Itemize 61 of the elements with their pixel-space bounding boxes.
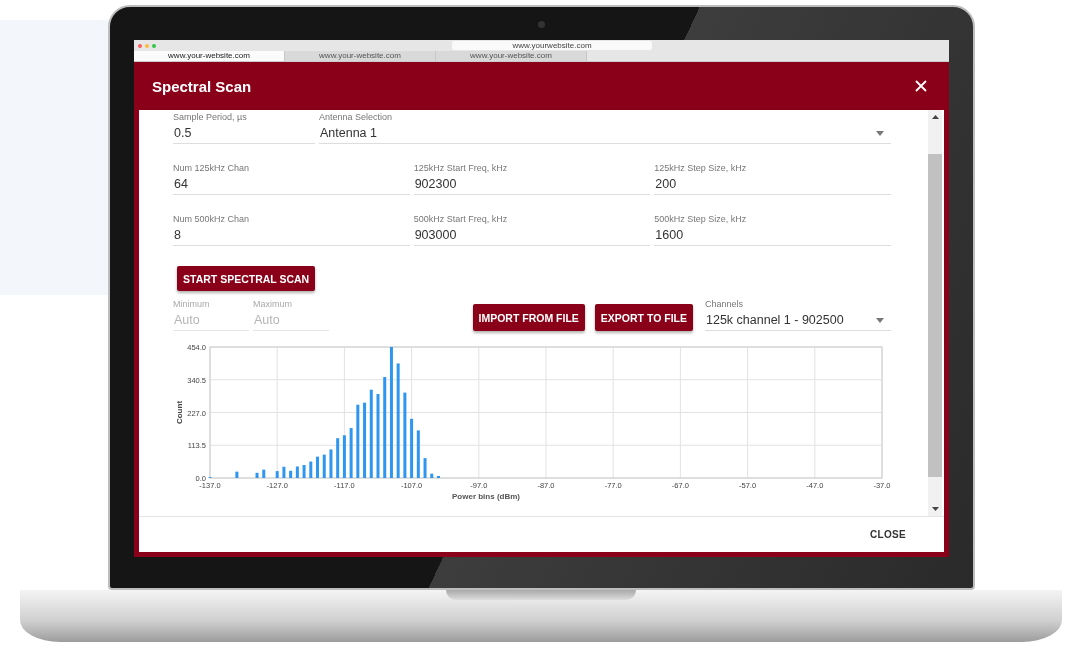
scroll-thumb[interactable]: [928, 154, 942, 477]
histogram-bar: [289, 470, 293, 478]
field-label: Num 500kHz Chan: [173, 214, 251, 225]
start-scan-button[interactable]: START SPECTRAL SCAN: [177, 266, 316, 291]
address-bar[interactable]: www.yourwebsite.com: [452, 40, 652, 50]
minimize-dot-icon[interactable]: [145, 43, 149, 48]
camera-icon: [538, 21, 545, 28]
field-label: 500kHz Start Freq, kHz: [413, 214, 509, 225]
histogram-bar: [302, 465, 306, 478]
zoom-dot-icon[interactable]: [152, 43, 156, 48]
histogram-bar: [336, 438, 340, 478]
field-label: Channels: [705, 299, 745, 310]
browser-tab[interactable]: www.your-website.com: [436, 51, 587, 61]
browser-tab[interactable]: www.your-website.com: [285, 51, 436, 61]
field-label: Minimum: [173, 299, 211, 310]
y-axis-title: Count: [175, 400, 184, 425]
close-dot-icon[interactable]: [138, 43, 142, 48]
import-button[interactable]: IMPORT FROM FILE: [472, 304, 585, 331]
histogram-bar: [295, 466, 299, 478]
histogram-bar: [322, 454, 326, 478]
histogram-bar: [262, 469, 266, 478]
histogram-bar: [342, 435, 346, 478]
histogram-bar: [309, 461, 313, 478]
histogram-bar: [423, 458, 427, 478]
caret-icon: [876, 317, 884, 323]
histogram-bar: [349, 428, 353, 478]
input-field[interactable]: 903000: [413, 225, 651, 246]
input-field[interactable]: 0.5: [173, 123, 315, 144]
histogram-bar: [255, 472, 259, 478]
caret-icon: [876, 130, 884, 136]
histogram-bar: [410, 418, 414, 478]
select-field[interactable]: Antenna 1: [319, 123, 891, 144]
input-field[interactable]: 64: [173, 174, 410, 195]
field-label: 500kHz Step Size, kHz: [654, 214, 748, 225]
scroll-down-icon[interactable]: [931, 507, 939, 511]
input-field[interactable]: 200: [654, 174, 891, 195]
close-icon[interactable]: [915, 80, 927, 92]
browser-tab[interactable]: www.your-website.com: [134, 51, 285, 61]
input-field[interactable]: 8: [173, 225, 410, 246]
histogram-bar: [416, 430, 420, 478]
histogram-bar: [235, 471, 239, 478]
export-button[interactable]: EXPORT TO FILE: [594, 304, 693, 331]
histogram-bar: [275, 471, 279, 478]
histogram-bar: [282, 466, 286, 478]
field-label: Num 125kHz Chan: [173, 163, 251, 174]
close-button[interactable]: CLOSE: [864, 521, 912, 548]
histogram-bar: [329, 449, 333, 478]
histogram-bar: [430, 473, 434, 478]
input-field[interactable]: 902300: [413, 174, 651, 195]
select-field[interactable]: 125k channel 1 - 902500: [705, 310, 891, 331]
histogram-bar: [316, 456, 319, 478]
field-label: 125kHz Start Freq, kHz: [413, 163, 509, 174]
scroll-up-icon[interactable]: [931, 115, 939, 119]
input-field[interactable]: 1600: [654, 225, 891, 246]
field-label: Maximum: [253, 299, 293, 310]
field-label: 125kHz Step Size, kHz: [654, 163, 748, 174]
x-axis-title: Power bins (dBm): [452, 492, 520, 501]
scrollbar[interactable]: [928, 110, 942, 516]
field-label: Antenna Selection: [319, 112, 394, 123]
dialog-title: Spectral Scan: [152, 77, 252, 95]
field-label: Sample Period, µs: [173, 112, 248, 123]
